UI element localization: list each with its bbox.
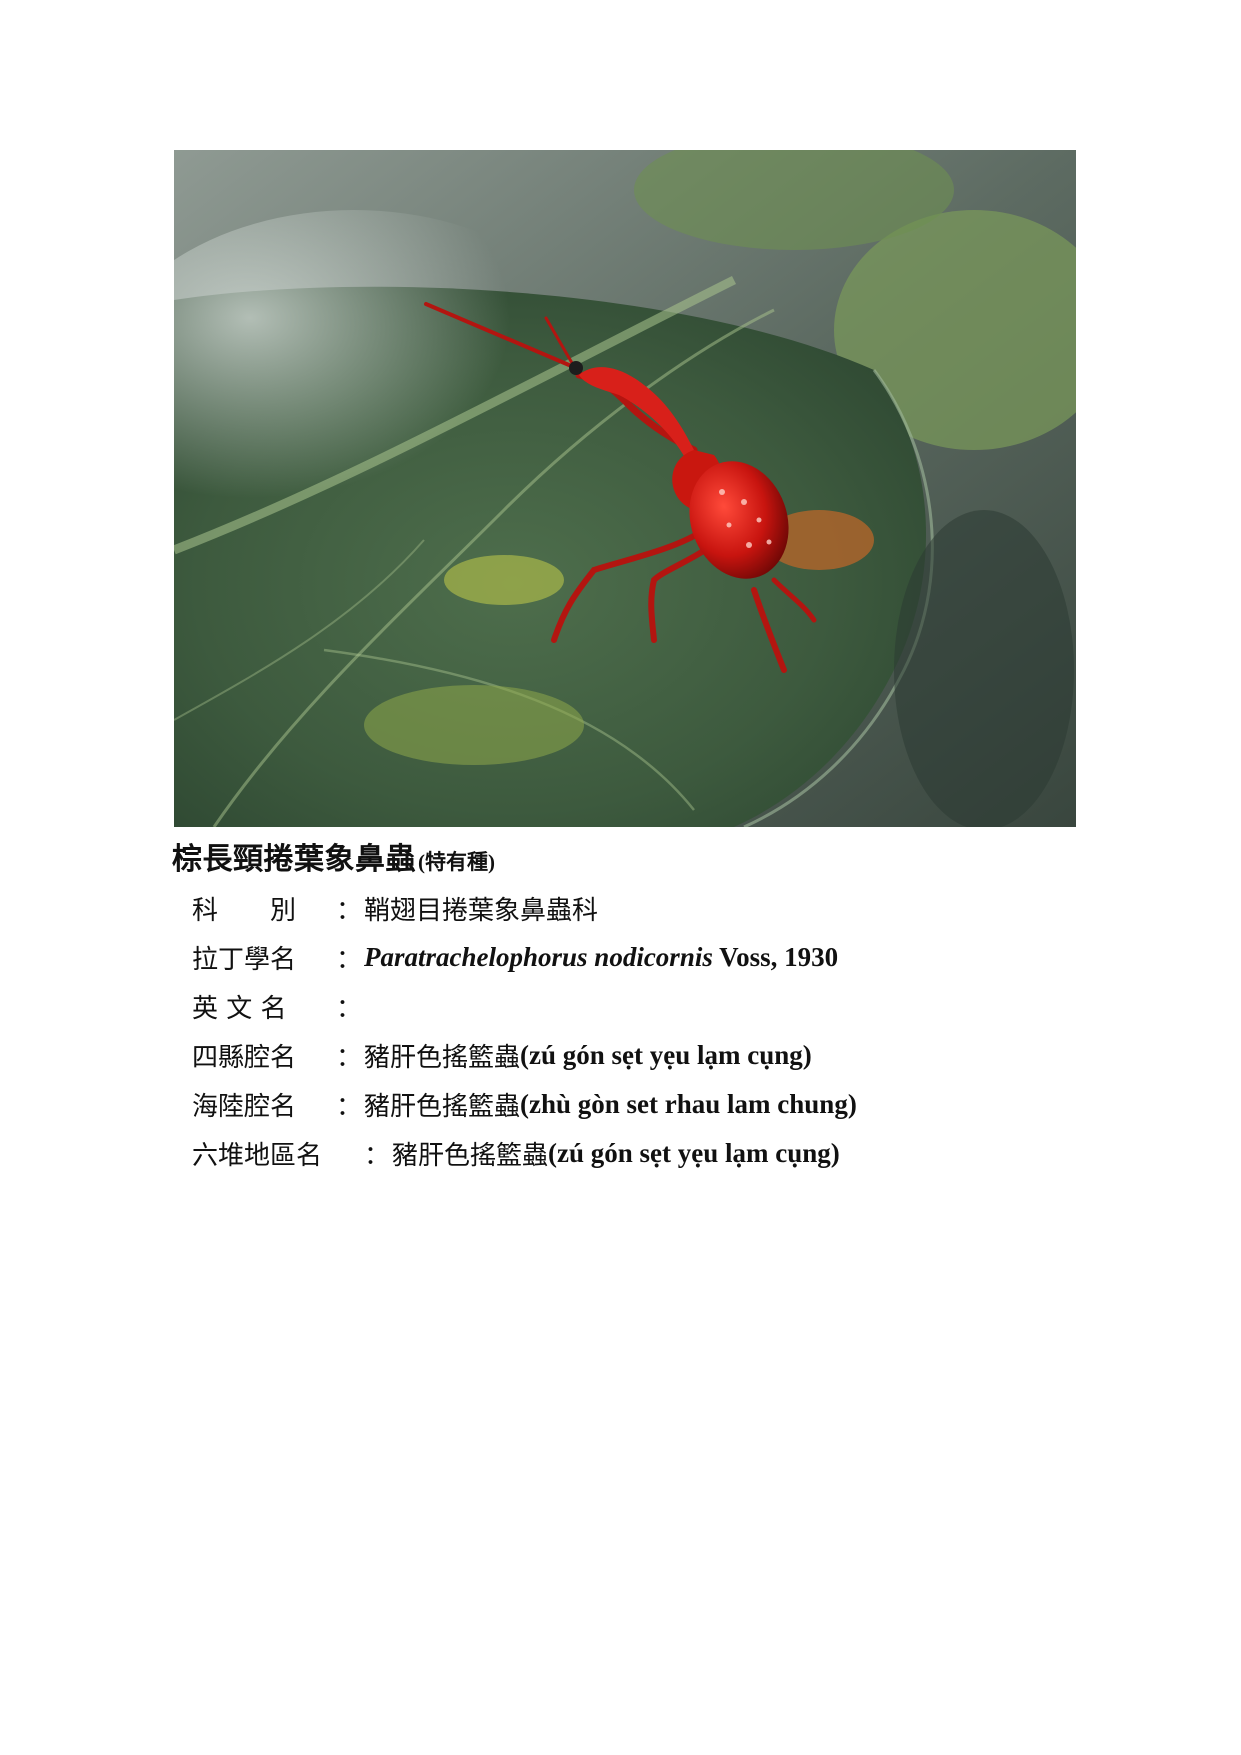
field-romanization: (zhù gòn set rhau lam chung)	[520, 1089, 857, 1119]
field-colon: ：	[336, 1043, 363, 1073]
field-label: 科 別	[192, 896, 297, 926]
species-info-list: 科 別 ： 鞘翅目捲葉象鼻蟲科 拉丁學名 ： Paratrachelophoru…	[192, 884, 857, 1178]
field-colon: ：	[336, 896, 363, 926]
field-label: 六堆地區名	[192, 1141, 323, 1171]
field-romanization: (zú gón sẹt yẹu lạm cụng)	[548, 1138, 840, 1168]
field-label: 英 文 名	[192, 994, 287, 1024]
weevil-photo	[174, 150, 1076, 827]
field-row-sixian-name: 四縣腔名 ： 豬肝色搖籃蟲 (zú gón sẹt yẹu lạm cụng)	[192, 1031, 857, 1080]
species-common-name: 棕長頸捲葉象鼻蟲	[172, 842, 416, 877]
latin-author: Voss, 1930	[712, 942, 839, 972]
field-value: 鞘翅目捲葉象鼻蟲科	[364, 896, 599, 926]
field-label: 四縣腔名	[192, 1043, 297, 1073]
field-colon: ：	[336, 945, 363, 975]
field-value: 豬肝色搖籃蟲	[364, 1092, 521, 1122]
latin-binomial: Paratrachelophorus nodicornis	[364, 942, 713, 972]
field-row-english-name: 英 文 名 ：	[192, 982, 857, 1031]
field-value: 豬肝色搖籃蟲	[392, 1141, 549, 1171]
field-row-liudui-name: 六堆地區名 ： 豬肝色搖籃蟲 (zú gón sẹt yẹu lạm cụng)	[192, 1129, 857, 1178]
field-colon: ：	[336, 1092, 363, 1122]
field-colon: ：	[364, 1141, 391, 1171]
field-label: 拉丁學名	[192, 945, 297, 975]
field-row-latin-name: 拉丁學名 ： Paratrachelophorus nodicornis Vos…	[192, 933, 857, 982]
field-row-family: 科 別 ： 鞘翅目捲葉象鼻蟲科	[192, 884, 857, 933]
species-title: 棕長頸捲葉象鼻蟲 (特有種)	[172, 834, 495, 878]
field-romanization: (zú gón sẹt yẹu lạm cụng)	[520, 1040, 812, 1070]
field-row-hailu-name: 海陸腔名 ： 豬肝色搖籃蟲 (zhù gòn set rhau lam chun…	[192, 1080, 857, 1129]
weevil-on-leaf-image	[174, 150, 1076, 827]
field-colon: ：	[336, 994, 363, 1024]
endemic-note: (特有種)	[418, 850, 495, 874]
field-label: 海陸腔名	[192, 1092, 297, 1122]
field-value: 豬肝色搖籃蟲	[364, 1043, 521, 1073]
